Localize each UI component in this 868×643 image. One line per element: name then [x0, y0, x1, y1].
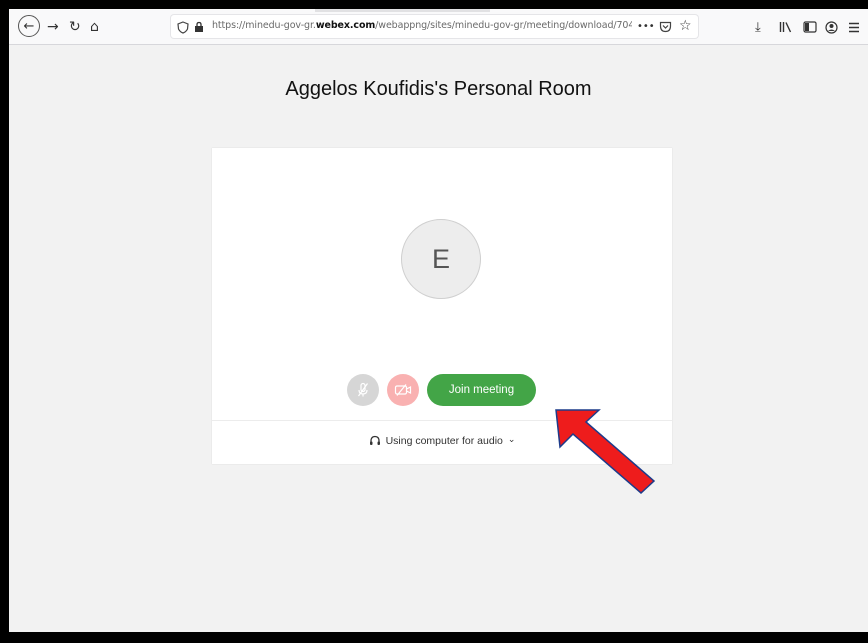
video-off-icon: [394, 384, 412, 396]
url-text[interactable]: https://minedu-gov-gr.webex.com/webappng…: [212, 20, 632, 31]
reload-icon[interactable]: ↻: [69, 18, 81, 36]
join-meeting-button[interactable]: Join meeting: [427, 374, 536, 406]
video-button[interactable]: [387, 374, 419, 406]
account-icon[interactable]: [825, 18, 838, 36]
library-icon[interactable]: [779, 18, 793, 36]
back-arrow-icon[interactable]: ←: [18, 15, 40, 37]
url-bar[interactable]: https://minedu-gov-gr.webex.com/webappng…: [171, 15, 698, 38]
bookmark-star-icon[interactable]: ☆: [679, 17, 692, 35]
home-icon[interactable]: ⌂: [90, 18, 99, 36]
shield-icon[interactable]: [177, 18, 189, 36]
audio-selector-label: Using computer for audio: [385, 435, 503, 447]
annotation-arrow-icon: [555, 409, 656, 495]
browser-toolbar: ← → ↻ ⌂ https://minedu-gov-gr.webex.com/…: [9, 9, 868, 45]
lock-icon[interactable]: [194, 18, 204, 36]
forward-arrow-icon[interactable]: →: [47, 18, 59, 36]
mute-button[interactable]: [347, 374, 379, 406]
pocket-icon[interactable]: [659, 18, 672, 36]
page-title: Aggelos Koufidis's Personal Room: [285, 78, 592, 100]
page-actions-icon[interactable]: •••: [637, 17, 655, 35]
avatar: E: [401, 219, 481, 299]
download-icon[interactable]: ⤓: [755, 18, 761, 36]
chevron-down-icon: ⌄: [507, 435, 516, 445]
headset-icon: [369, 435, 380, 445]
menu-icon[interactable]: [848, 18, 860, 36]
active-tab-indicator: [315, 9, 490, 12]
sidebar-icon[interactable]: [803, 18, 817, 36]
microphone-muted-icon: [358, 382, 368, 397]
browser-window: ← → ↻ ⌂ https://minedu-gov-gr.webex.com/…: [9, 9, 868, 632]
